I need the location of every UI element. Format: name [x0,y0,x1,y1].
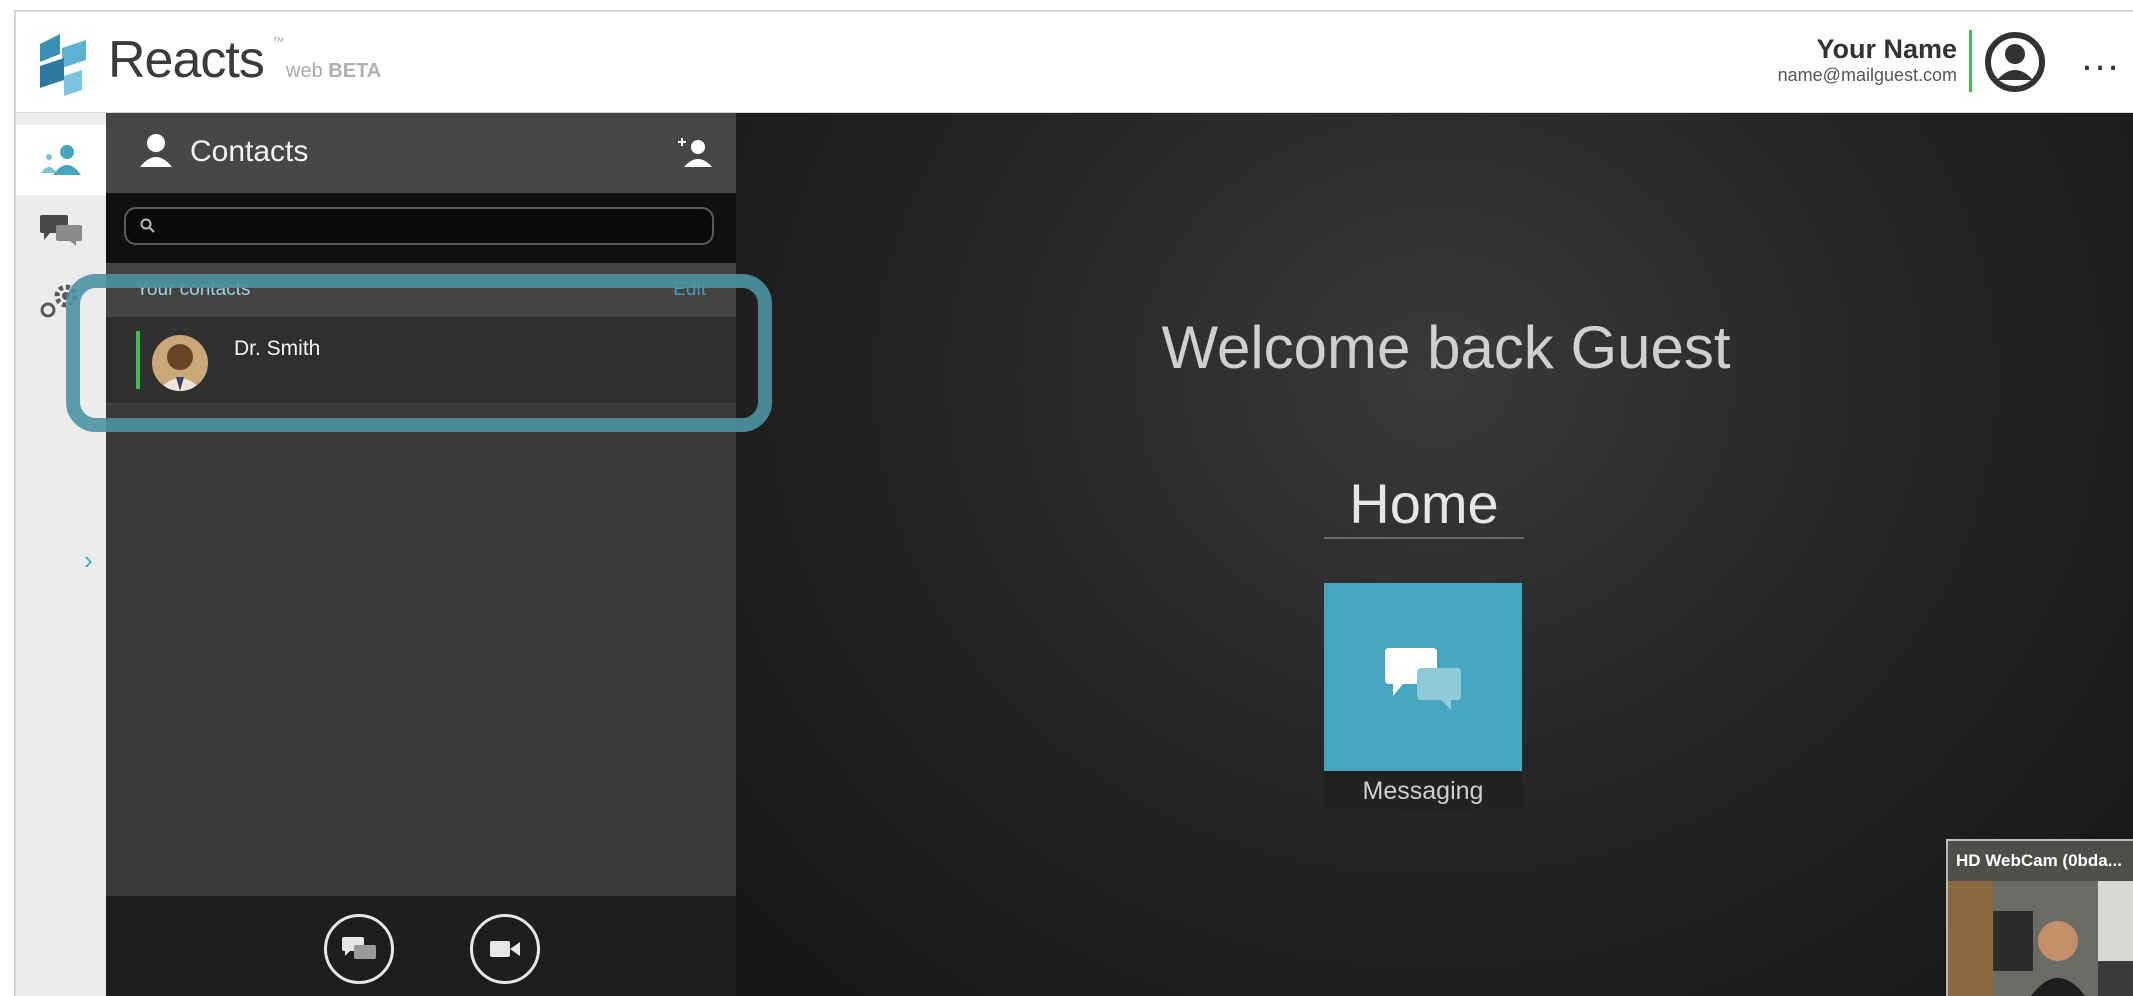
chat-bubbles-icon [342,937,376,959]
user-name: Your Name [1816,34,1957,64]
contact-highlight-frame [66,274,772,432]
more-options-button[interactable]: ... [2076,32,2126,82]
webcam-label: HD WebCam (0bda... [1956,851,2122,870]
left-nav-rail: › [16,113,106,996]
add-contact-icon[interactable] [676,135,716,171]
contacts-panel: Contacts Your contacts Edit Dr. Smith [106,113,736,996]
contacts-search-box[interactable] [124,207,714,245]
video-camera-icon [490,941,520,957]
messaging-tile-label: Messaging [1362,777,1484,805]
brand-web: web [286,60,323,82]
rail-expand-chevron-icon[interactable]: › [84,545,93,576]
search-icon [140,218,155,233]
brand-trademark: ™ [273,36,284,48]
messaging-tile[interactable] [1324,583,1522,771]
brand-name: Reacts [108,31,265,89]
user-status-divider [1969,30,1972,92]
home-underline [1324,537,1524,539]
user-avatar-icon[interactable] [1983,30,2047,94]
top-header: Reacts ™ web BETA Your Name name@mailgue… [16,12,2133,113]
contacts-panel-title: Contacts [190,135,309,168]
reacts-logo-icon [40,34,86,96]
home-heading: Home [1349,472,1499,535]
contacts-panel-header: Contacts [106,113,736,193]
brand-beta: BETA [328,60,382,82]
main-content: Welcome back Guest Home Messaging [736,113,2133,996]
user-info[interactable]: Your Name name@mailguest.com [1778,34,1957,86]
start-video-call-button[interactable] [470,914,540,984]
welcome-message: Welcome back Guest [1161,314,1731,381]
start-chat-button[interactable] [324,914,394,984]
person-icon [140,134,172,167]
user-email: name@mailguest.com [1777,65,1957,85]
contacts-panel-footer [106,896,736,996]
chat-bubbles-icon [40,215,82,246]
contacts-search-bar [106,193,736,263]
search-input[interactable] [166,213,700,241]
brand-subtitle: web BETA [286,60,381,83]
webcam-preview[interactable]: HD WebCam (0bda... [1946,839,2133,996]
chat-bubbles-icon [1385,648,1461,710]
contacts-icon [41,145,81,175]
rail-item-contacts[interactable] [16,125,106,195]
rail-item-messages[interactable] [16,195,106,265]
app-window: Reacts ™ web BETA Your Name name@mailgue… [14,10,2133,996]
